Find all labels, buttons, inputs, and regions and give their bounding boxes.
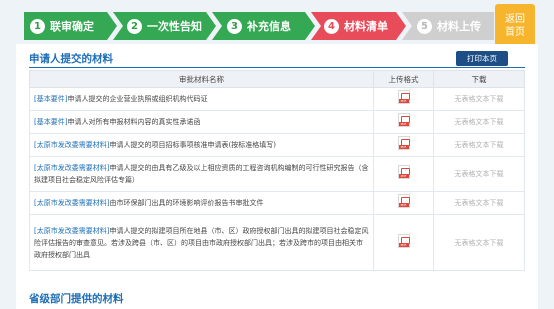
pdf-icon[interactable]: [397, 136, 410, 150]
table-header-row: 审批材料名称 上传格式 下载: [29, 70, 525, 88]
step-label: 材料清单: [344, 20, 388, 33]
download-cell: 无表格文本下载: [433, 110, 525, 134]
material-name: [太原市发改委需要材料]申请人提交的项目招标事项核准申请表(按标准格填写): [29, 133, 374, 157]
home-button[interactable]: 返回 首页: [495, 4, 535, 54]
material-text: 由市环保部门出具的环境影响评价报告书审批文件: [109, 199, 264, 207]
format-cell: [373, 214, 434, 271]
material-name: [太原市发改委需要材料]申请人提交的由具有乙级及以上相应资质的工程咨询机构编制的…: [29, 156, 374, 192]
step-number: 3: [227, 18, 242, 34]
pdf-icon[interactable]: [397, 113, 410, 127]
column-header-format: 上传格式: [373, 70, 434, 88]
download-cell: 无表格文本下载: [433, 214, 525, 271]
step-number: 4: [324, 18, 339, 34]
pdf-icon[interactable]: [397, 233, 410, 248]
table-row: [太原市发改委需要材料]由市环保部门出具的环境影响评价报告书审批文件 无表格文本…: [29, 191, 525, 215]
step-label: 补充信息: [247, 20, 291, 33]
step-number: 5: [417, 18, 432, 34]
material-tag: [太原市发改委需要材料]: [34, 164, 110, 172]
table-row: [太原市发改委需要材料]申请人提交的项目招标事项核准申请表(按标准格填写) 无表…: [29, 133, 525, 157]
format-cell: [373, 191, 434, 215]
print-button[interactable]: 打印本页: [456, 51, 508, 66]
step-5[interactable]: 5 材料上传: [417, 12, 481, 40]
home-label-line2: 首页: [505, 26, 525, 38]
applicant-section-title: 申请人提交的材料: [29, 53, 113, 65]
material-tag: [太原市发改委需要材料]: [34, 226, 110, 235]
material-tag: [太原市发改委需要材料]: [34, 199, 110, 207]
format-cell: [373, 87, 434, 111]
step-2[interactable]: 2 一次性告知: [127, 12, 202, 40]
download-cell: 无表格文本下载: [433, 191, 525, 215]
download-cell: 无表格文本下载: [433, 133, 525, 157]
download-cell: 无表格文本下载: [433, 156, 525, 192]
material-tag: [太原市发改委需要材料]: [34, 141, 110, 149]
column-header-name: 审批材料名称: [29, 70, 374, 88]
format-cell: [373, 110, 434, 134]
table-row: [基本要件]申请人提交的企业营业执照或组织机构代码证 无表格文本下载: [29, 87, 525, 111]
material-name: [太原市发改委需要材料]申请人提交的拟建项目所在地县（市、区）政府授权部门出具的…: [29, 214, 374, 271]
pdf-icon[interactable]: [397, 90, 410, 104]
step-4[interactable]: 4 材料清单: [324, 12, 388, 40]
material-name: [基本要件]申请人提交的企业营业执照或组织机构代码证: [29, 87, 374, 111]
format-cell: [373, 156, 434, 192]
material-text: 申请人对所有申报材料内容的真实性承诺函: [67, 118, 201, 126]
material-tag: [基本要件]: [34, 118, 68, 126]
step-number: 2: [127, 18, 142, 34]
table-row: [基本要件]申请人对所有申报材料内容的真实性承诺函 无表格文本下载: [29, 110, 525, 134]
pdf-icon[interactable]: [397, 165, 410, 179]
pdf-icon[interactable]: [397, 194, 410, 208]
table-row: [太原市发改委需要材料]申请人提交的拟建项目所在地县（市、区）政府授权部门出具的…: [29, 214, 525, 271]
materials-table: 审批材料名称 上传格式 下载 [基本要件]申请人提交的企业营业执照或组织机构代码…: [29, 70, 525, 271]
section-divider: [29, 67, 525, 68]
material-tag: [基本要件]: [34, 95, 68, 103]
step-label: 联审确定: [50, 20, 94, 33]
home-label-line1: 返回: [505, 13, 525, 25]
table-row: [太原市发改委需要材料]申请人提交的由具有乙级及以上相应资质的工程咨询机构编制的…: [29, 156, 525, 192]
material-text: 申请人提交的项目招标事项核准申请表(按标准格填写): [109, 141, 276, 149]
step-label: 一次性告知: [147, 20, 202, 33]
materials-panel: 申请人提交的材料 打印本页 审批材料名称 上传格式 下载 [基本要件]申请人提交…: [16, 44, 538, 309]
step-label: 材料上传: [437, 20, 481, 33]
format-cell: [373, 133, 434, 157]
step-1[interactable]: 1 联审确定: [30, 12, 94, 40]
column-header-download: 下载: [433, 70, 525, 88]
material-text: 申请人提交的企业营业执照或组织机构代码证: [67, 95, 208, 103]
provincial-section-title: 省级部门提供的材料: [29, 293, 124, 305]
progress-steps: 1 联审确定 2 一次性告知 3 补充信息 4 材料清单 5 材料上传: [24, 12, 494, 40]
download-cell: 无表格文本下载: [433, 87, 525, 111]
step-number: 1: [30, 18, 45, 34]
material-name: [基本要件]申请人对所有申报材料内容的真实性承诺函: [29, 110, 374, 134]
material-name: [太原市发改委需要材料]由市环保部门出具的环境影响评价报告书审批文件: [29, 191, 374, 215]
step-3[interactable]: 3 补充信息: [227, 12, 291, 40]
